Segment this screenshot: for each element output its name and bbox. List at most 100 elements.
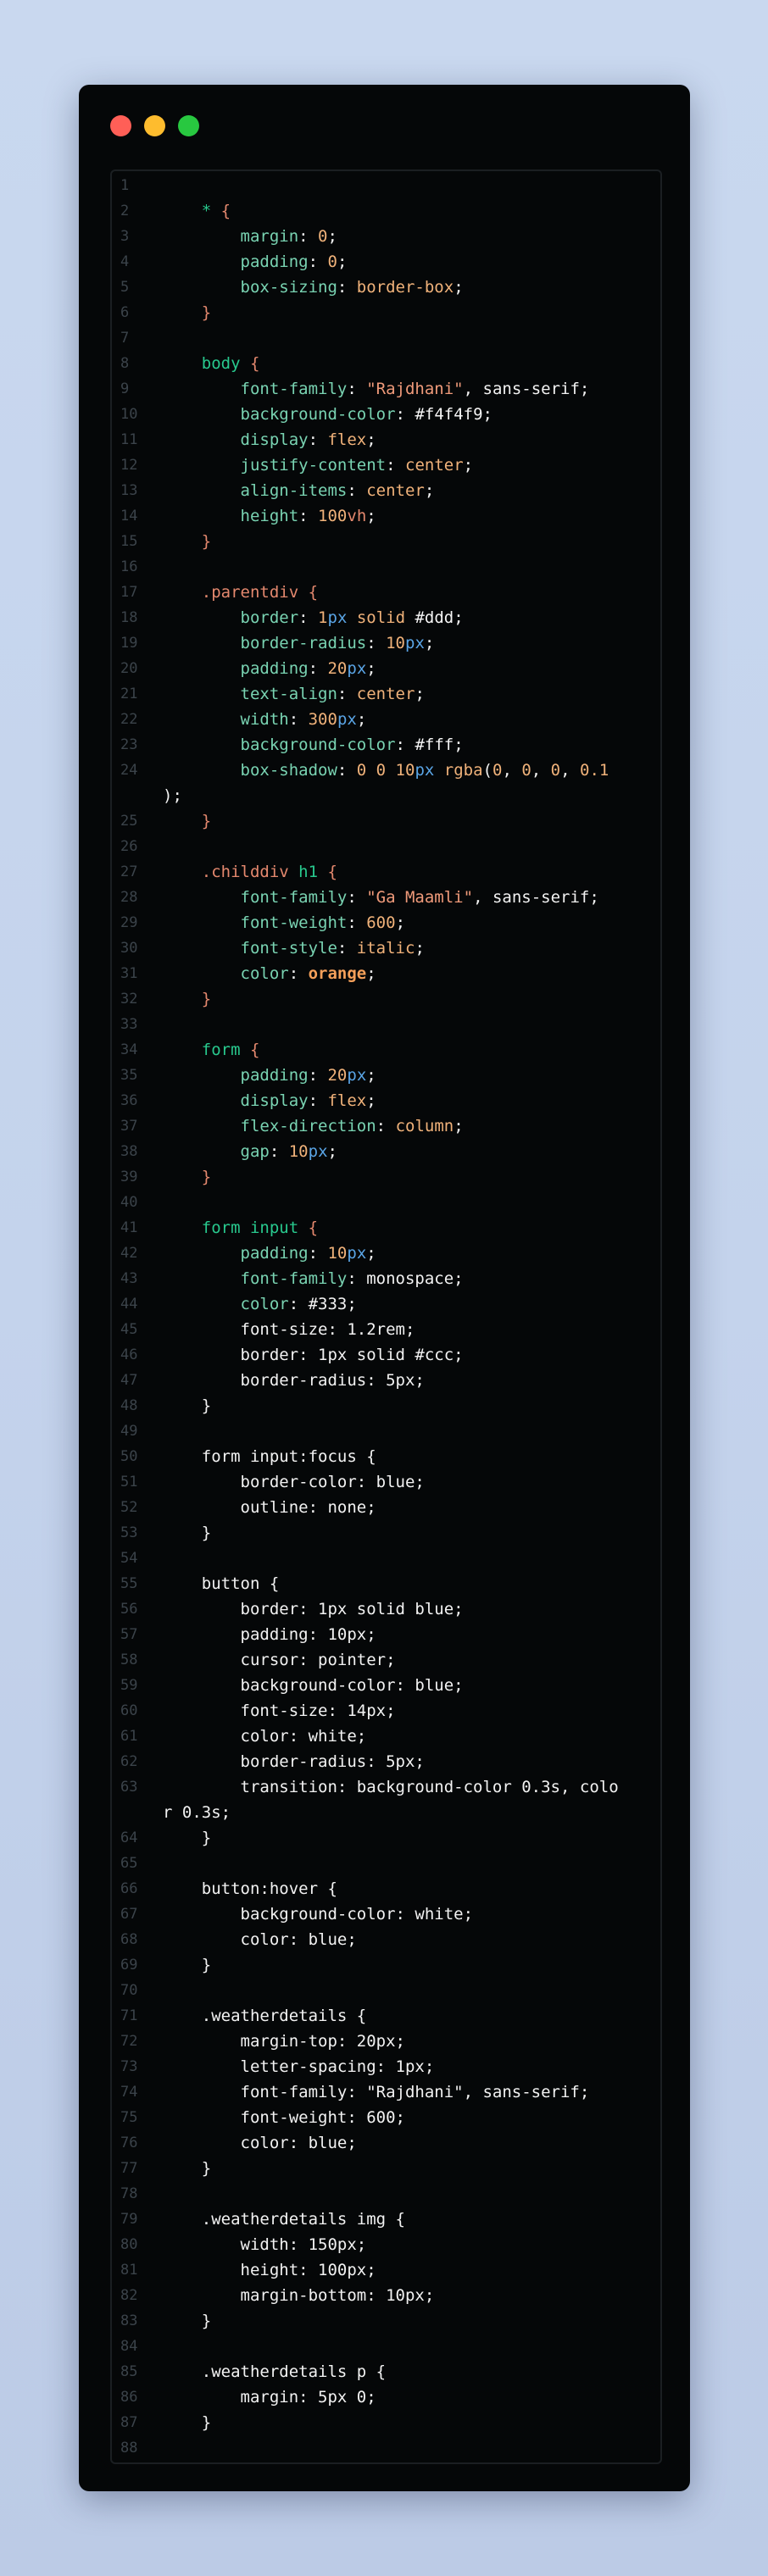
code-token: ; (366, 507, 376, 525)
code-text: margin: 0; (163, 224, 337, 249)
line-number: 88 (120, 2440, 138, 2457)
line-number: 35 (120, 1067, 138, 1084)
code-token: orange (308, 964, 367, 983)
code-line: 49 (112, 1418, 660, 1444)
code-line: 24 box-shadow: 0 0 10px rgba(0, 0, 0, 0.… (112, 758, 660, 783)
code-token: { (220, 202, 231, 220)
code-line: 31 color: orange; (112, 961, 660, 986)
line-number: 67 (120, 1906, 138, 1923)
code-line: 51 border-color: blue; (112, 1469, 660, 1495)
code-line: 2 * { (112, 198, 660, 224)
line-number: 9 (120, 380, 130, 397)
line-number: 32 (120, 991, 138, 1008)
code-token: flex (327, 1091, 367, 1110)
code-line: 23 background-color: #fff; (112, 732, 660, 758)
line-number: 42 (120, 1245, 138, 1262)
line-number: 75 (120, 2109, 138, 2126)
code-text: font-family: monospace; (163, 1266, 464, 1291)
code-token: .weatherdetails img { (163, 2210, 405, 2229)
code-text: form input:focus { (163, 1444, 376, 1469)
code-line: 63 transition: background-color 0.3s, co… (112, 1774, 660, 1800)
code-token: border-color: blue; (163, 1473, 425, 1491)
code-token: font-size: 14px; (163, 1702, 396, 1720)
minimize-window-button[interactable] (144, 115, 165, 136)
code-line: 80 width: 150px; (112, 2232, 660, 2257)
code-text: } (163, 300, 211, 325)
code-text: padding: 20px; (163, 1063, 376, 1088)
code-token: box-sizing (163, 278, 337, 297)
code-token: 0 (550, 761, 561, 780)
code-text: } (163, 2156, 211, 2181)
code-text: align-items: center; (163, 478, 435, 503)
code-line: 77 } (112, 2156, 660, 2181)
code-text: box-sizing: border-box; (163, 275, 464, 300)
maximize-window-button[interactable] (178, 115, 199, 136)
line-number: 58 (120, 1652, 138, 1668)
code-token: : (298, 507, 319, 525)
code-token: ; (395, 913, 406, 932)
code-text: body { (163, 351, 260, 376)
code-token: : (308, 1066, 328, 1085)
code-token: , (531, 761, 551, 780)
code-text: .weatherdetails img { (163, 2207, 405, 2232)
line-number: 77 (120, 2160, 138, 2177)
line-number: 70 (120, 1982, 138, 1999)
line-number: 50 (120, 1448, 138, 1465)
code-line: 88 (112, 2435, 660, 2461)
code-line: 48 } (112, 1393, 660, 1418)
code-token: : (347, 888, 367, 907)
code-token: 0.1 (580, 761, 609, 780)
code-token: : (269, 1142, 289, 1161)
code-line: 19 border-radius: 10px; (112, 630, 660, 656)
line-number: 85 (120, 2363, 138, 2380)
code-text: border-radius: 5px; (163, 1749, 425, 1774)
code-line: 55 button { (112, 1571, 660, 1596)
code-line: 4 padding: 0; (112, 249, 660, 275)
code-token: font-weight (163, 913, 348, 932)
line-number: 74 (120, 2084, 138, 2101)
code-token: ; (424, 481, 435, 500)
code-editor[interactable]: 12 * {3 margin: 0; 4 padding: 0; 5 box-siz… (110, 169, 662, 2464)
code-token: : (347, 481, 367, 500)
code-token: } (163, 2413, 212, 2432)
line-number: 26 (120, 838, 138, 855)
code-text: padding: 10px; (163, 1622, 376, 1647)
line-number: 29 (120, 914, 138, 931)
code-text: padding: 10px; (163, 1241, 376, 1266)
code-token: : (298, 608, 319, 627)
code-text: .weatherdetails { (163, 2003, 366, 2029)
code-token: px (347, 1244, 367, 1263)
code-token: : (298, 227, 319, 246)
code-token: border (163, 608, 299, 627)
code-text: font-size: 14px; (163, 1698, 396, 1724)
code-token: height (163, 507, 299, 525)
code-line: 18 border: 1px solid #ddd; (112, 605, 660, 630)
code-text: } (163, 1393, 211, 1418)
line-number: 48 (120, 1397, 138, 1414)
line-number: 1 (120, 177, 130, 194)
code-token: font-family: "Rajdhani", sans-serif; (163, 2083, 590, 2101)
code-token: center (405, 456, 464, 475)
code-token: : (308, 430, 328, 449)
code-token: px (347, 659, 367, 678)
code-token: r 0.3s; (163, 1803, 231, 1822)
code-text: color: #333; (163, 1291, 357, 1317)
code-token: px (337, 710, 357, 729)
code-token: margin (163, 227, 299, 246)
code-token: "Rajdhani" (366, 380, 464, 398)
code-token: * (163, 202, 221, 220)
code-text: form { (163, 1037, 260, 1063)
code-lines: 12 * {3 margin: 0; 4 padding: 0; 5 box-siz… (112, 173, 660, 2461)
line-number: 8 (120, 355, 130, 372)
line-number: 45 (120, 1321, 138, 1338)
code-text: } (163, 1825, 211, 1851)
line-number: 10 (120, 406, 138, 423)
close-window-button[interactable] (110, 115, 131, 136)
code-text: } (163, 2410, 211, 2435)
code-token: #f4f4f9 (415, 405, 483, 424)
line-number: 14 (120, 508, 138, 525)
code-text: font-style: italic; (163, 935, 425, 961)
code-token: margin: 5px 0; (163, 2388, 376, 2407)
code-token: ; (327, 1142, 337, 1161)
code-line: 37 flex-direction: column; (112, 1113, 660, 1139)
